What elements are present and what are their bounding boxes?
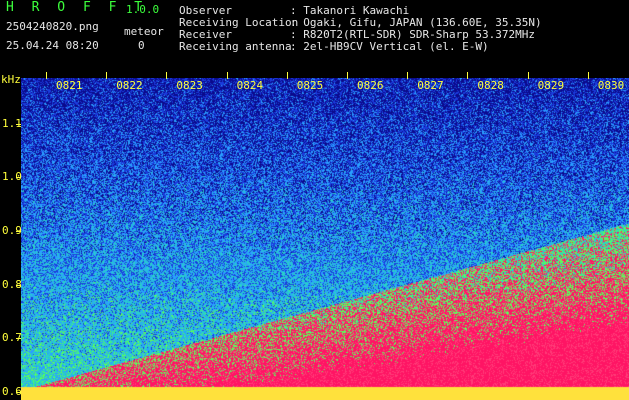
time-tick-label: 0829	[537, 79, 565, 92]
time-tick-mark	[166, 72, 168, 79]
image-filename: 2504240820.png	[6, 20, 99, 33]
frequency-tick-label: 1.1	[2, 116, 22, 130]
time-tick-label: 0824	[236, 79, 264, 92]
time-tick-label: 0826	[357, 79, 384, 92]
time-tick-mark	[347, 72, 348, 79]
time-tick-label: 0830	[597, 79, 625, 92]
time-tick-mark	[46, 72, 47, 79]
time-tick-mark	[286, 72, 288, 79]
meteor-count: 0	[138, 39, 145, 52]
meteor-label: meteor	[124, 25, 164, 38]
time-tick-mark	[527, 72, 529, 79]
frequency-axis: 1.1 1.0 0.9 0.8 0.7 0.6	[0, 78, 22, 400]
frequency-tick-label: 0.7	[2, 331, 22, 345]
frequency-tick-label: 0.8	[2, 277, 22, 291]
antenna-value: : 2el-HB9CV Vertical (el. E-W)	[290, 40, 489, 53]
time-tick-mark	[106, 72, 108, 79]
frequency-tick-label: 1.0	[2, 170, 22, 184]
app-version: 1.0.0	[126, 3, 160, 16]
time-tick-mark	[407, 72, 409, 79]
antenna-label: Receiving antenna	[179, 40, 292, 53]
capture-datetime: 25.04.24 08:20	[6, 39, 99, 52]
frequency-tick-label: 0.6	[2, 384, 22, 398]
time-tick-label: 0823	[176, 79, 203, 92]
spectrogram-canvas	[21, 78, 629, 400]
frequency-tick-label: 0.9	[2, 223, 22, 237]
time-tick-mark	[467, 72, 469, 79]
time-tick-label: 0821	[56, 79, 83, 92]
time-tick-label: 0827	[417, 79, 444, 92]
time-axis: 0821 0822 0823 0824 0825 0826 0827 0828 0829 0830	[21, 72, 629, 92]
time-tick-label: 0825	[296, 79, 324, 92]
time-tick-label: 0828	[477, 79, 504, 92]
time-tick-mark	[226, 72, 228, 79]
time-tick-mark	[587, 72, 589, 79]
time-tick-label: 0822	[116, 79, 143, 92]
